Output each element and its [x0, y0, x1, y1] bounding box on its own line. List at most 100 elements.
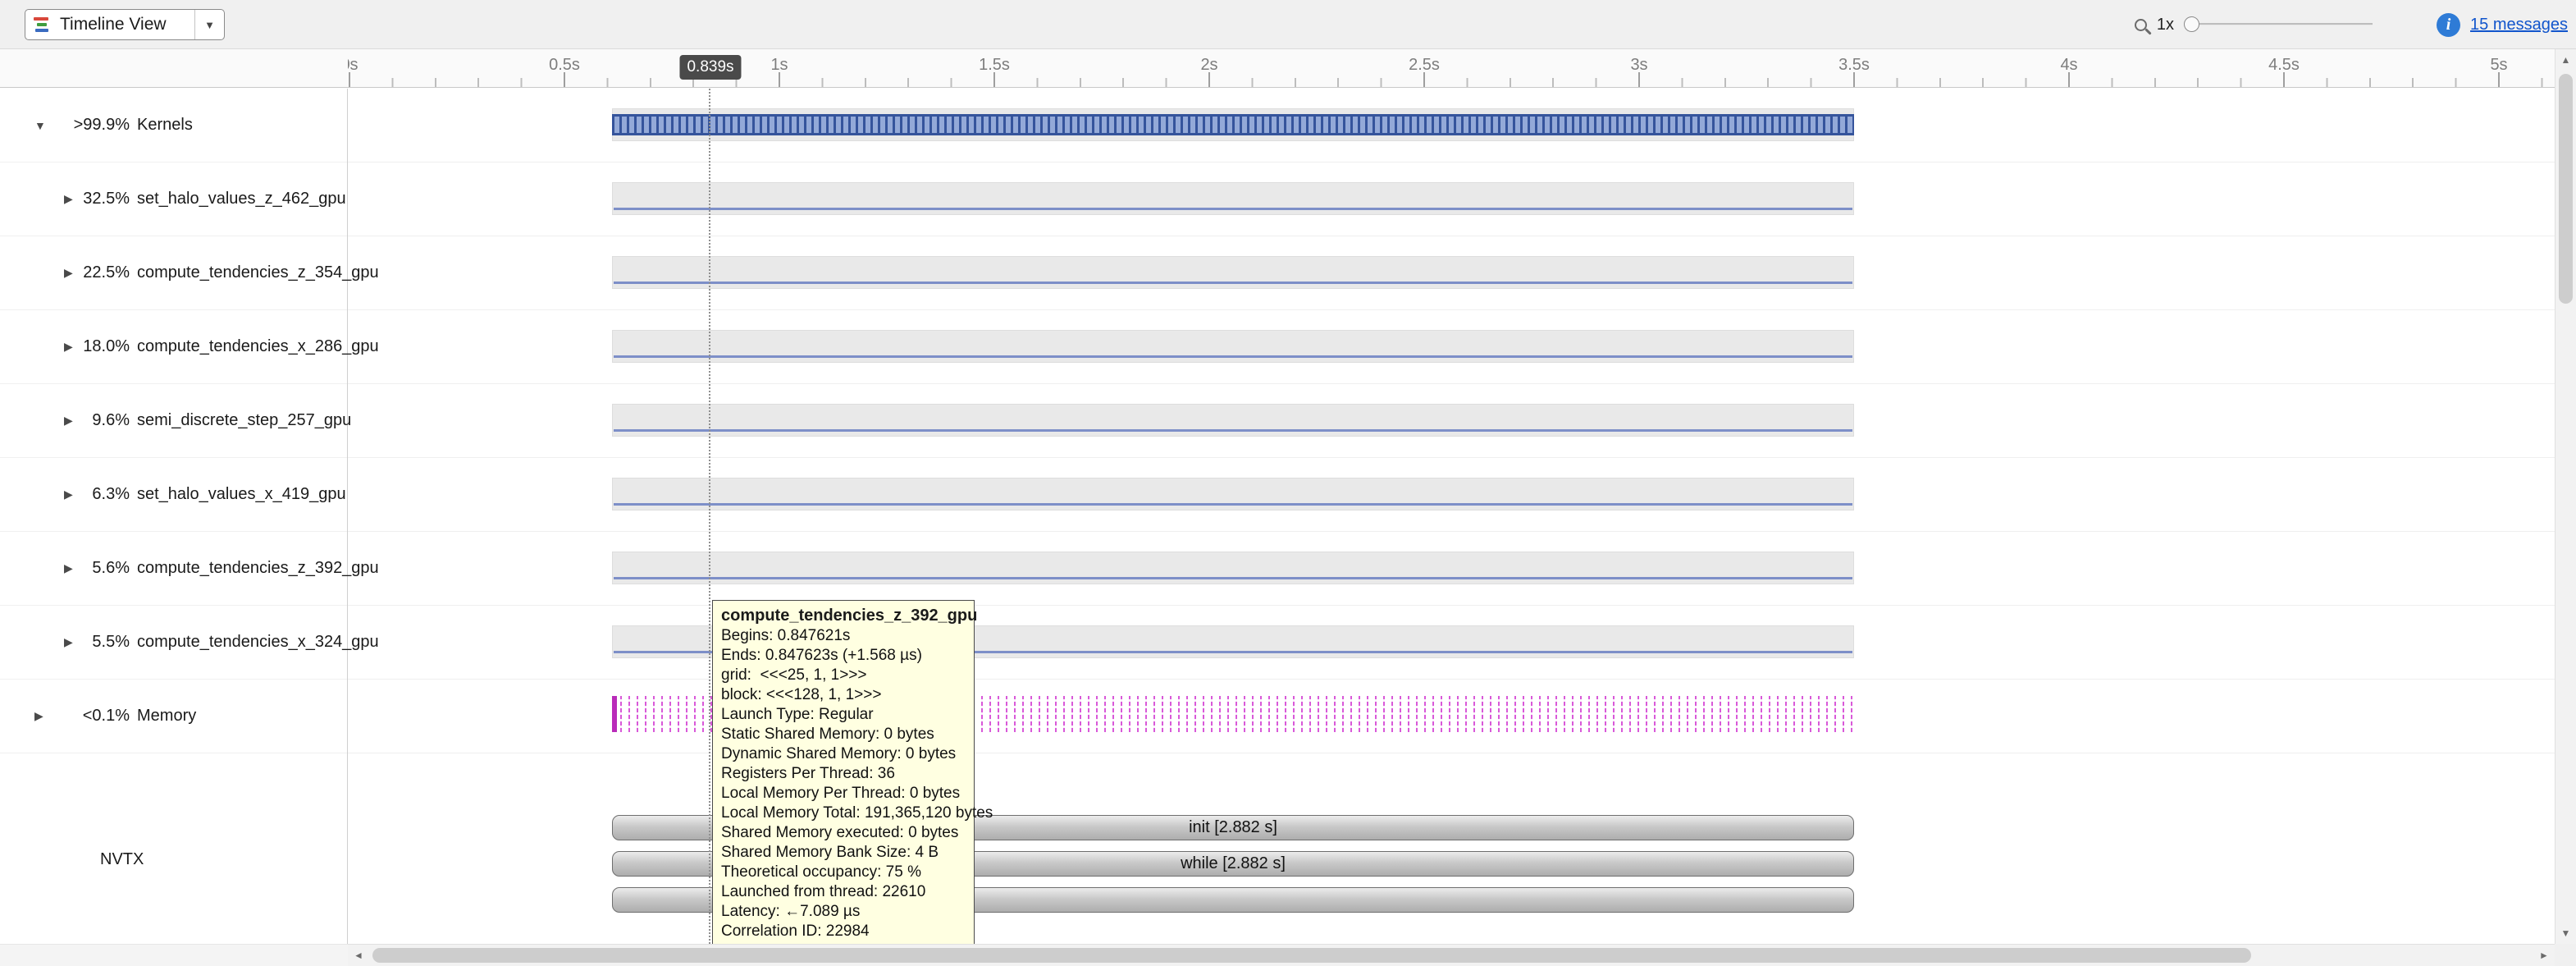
expand-closed-icon[interactable]: ▶: [64, 340, 82, 354]
tooltip-line: Shared Memory Bank Size: 4 B: [721, 843, 966, 863]
expand-open-icon[interactable]: ▼: [34, 119, 53, 132]
scroll-down-icon[interactable]: ▼: [2555, 923, 2576, 944]
scrollbar-corner: [2555, 944, 2576, 966]
tooltip-line: Correlation ID: 22984: [721, 922, 966, 941]
row-name: compute_tendencies_z_392_gpu: [137, 559, 379, 578]
ruler-tick-label: 4s: [2060, 56, 2077, 75]
row-name: Kernels: [137, 116, 193, 135]
zoom-magnifier-icon: [2135, 19, 2147, 31]
sidebar-item-nvtx[interactable]: NVTX: [100, 850, 144, 869]
toolbar: Timeline View ▼ 1x i 15 messages: [0, 0, 2576, 49]
tooltip-line: Launch Type: Regular: [721, 705, 966, 725]
expand-closed-icon[interactable]: ▶: [64, 414, 82, 428]
nvtx-range-label: init [2.882 s]: [1189, 818, 1277, 837]
time-ruler[interactable]: 0s 0.5s 1s 1.5s 2s 2.5s 3s 3.5s 4s 4.5s …: [0, 49, 2576, 88]
sidebar-item-kernel-6[interactable]: ▶ 5.6% compute_tendencies_z_392_gpu: [0, 532, 347, 606]
tooltip-line: Shared Memory executed: 0 bytes: [721, 823, 966, 843]
scroll-left-icon[interactable]: ◄: [348, 945, 369, 966]
row-name: compute_tendencies_x_286_gpu: [137, 337, 379, 356]
row-percent: 18.0%: [82, 337, 130, 356]
sidebar-item-kernels[interactable]: ▼ >99.9% Kernels: [0, 89, 347, 163]
tooltip-line: block: <<<128, 1, 1>>>: [721, 685, 966, 705]
ruler-tick-label: 3.5s: [1838, 56, 1870, 75]
view-selector-label: Timeline View: [60, 15, 194, 34]
zoom-slider-track[interactable]: [2184, 23, 2373, 25]
row-name: compute_tendencies_x_324_gpu: [137, 633, 379, 652]
toolbar-right-controls: 1x i 15 messages: [2135, 0, 2568, 49]
sidebar-item-kernel-1[interactable]: ▶ 32.5% set_halo_values_z_462_gpu: [0, 163, 347, 236]
ruler-tick-label: 2s: [1200, 56, 1217, 75]
ruler-tick-label: 2.5s: [1409, 56, 1440, 75]
tooltip-line: Launched from thread: 22610: [721, 882, 966, 902]
sidebar-item-memory[interactable]: ▶ <0.1% Memory: [0, 680, 347, 753]
kernel-tooltip: compute_tendencies_z_392_gpu Begins: 0.8…: [712, 600, 975, 949]
kernel-track-3[interactable]: [612, 330, 1854, 363]
scroll-up-icon[interactable]: ▲: [2555, 49, 2576, 71]
expand-closed-icon[interactable]: ▶: [64, 561, 82, 575]
timeline-main: ▼ >99.9% Kernels ▶ 32.5% set_halo_values…: [0, 89, 2576, 944]
timeline-cursor-line[interactable]: [709, 89, 710, 944]
messages-link[interactable]: 15 messages: [2470, 16, 2568, 34]
kernel-track-6[interactable]: [612, 552, 1854, 584]
tooltip-title: compute_tendencies_z_392_gpu: [721, 606, 966, 626]
tooltip-line: Ends: 0.847623s (+1.568 µs): [721, 646, 966, 666]
chevron-down-icon[interactable]: ▼: [194, 10, 224, 39]
ruler-tick-label: 0.5s: [549, 56, 580, 75]
timeline-cursor-badge[interactable]: 0.839s: [679, 55, 741, 80]
expand-closed-icon[interactable]: ▶: [64, 266, 82, 280]
kernel-track-4[interactable]: [612, 404, 1854, 437]
expand-closed-icon[interactable]: ▶: [64, 635, 82, 649]
tooltip-line: Local Memory Total: 191,365,120 bytes: [721, 803, 966, 823]
sidebar-item-kernel-3[interactable]: ▶ 18.0% compute_tendencies_x_286_gpu: [0, 310, 347, 384]
sidebar-item-kernel-4[interactable]: ▶ 9.6% semi_discrete_step_257_gpu: [0, 384, 347, 458]
kernels-summary-track[interactable]: [612, 108, 1854, 141]
horizontal-scrollbar[interactable]: ◄ ►: [348, 944, 2555, 966]
tooltip-line: Registers Per Thread: 36: [721, 764, 966, 784]
row-percent: 5.6%: [82, 559, 130, 578]
tooltip-line: Theoretical occupancy: 75 %: [721, 863, 966, 882]
sidebar-item-kernel-2[interactable]: ▶ 22.5% compute_tendencies_z_354_gpu: [0, 236, 347, 310]
expand-closed-icon[interactable]: ▶: [64, 488, 82, 501]
zoom-level-label: 1x: [2157, 16, 2174, 34]
vertical-scrollbar-thumb[interactable]: [2559, 74, 2573, 304]
ruler-tick-label: 0s: [348, 56, 359, 75]
time-ruler-scale[interactable]: 0s 0.5s 1s 1.5s 2s 2.5s 3s 3.5s 4s 4.5s …: [348, 49, 2555, 87]
tooltip-line: Static Shared Memory: 0 bytes: [721, 725, 966, 744]
nvtx-range-label: while [2.882 s]: [1181, 854, 1286, 873]
zoom-slider-thumb[interactable]: [2184, 16, 2199, 32]
kernel-track-5[interactable]: [612, 478, 1854, 510]
row-percent: 6.3%: [82, 485, 130, 504]
row-percent: >99.9%: [53, 116, 130, 135]
row-percent: 22.5%: [82, 263, 130, 282]
row-name: semi_discrete_step_257_gpu: [137, 411, 351, 430]
ruler-tick-label: 3s: [1630, 56, 1647, 75]
kernel-track-2[interactable]: [612, 256, 1854, 289]
bottom-left-filler: [0, 944, 348, 966]
expand-closed-icon[interactable]: ▶: [64, 192, 82, 206]
sidebar-item-kernel-7[interactable]: ▶ 5.5% compute_tendencies_x_324_gpu: [0, 606, 347, 680]
nsight-timeline-window: Timeline View ▼ 1x i 15 messages 0s 0.5s…: [0, 0, 2576, 966]
row-percent: <0.1%: [53, 707, 130, 726]
horizontal-scrollbar-thumb[interactable]: [372, 948, 2251, 963]
tooltip-line: Latency: ←7.089 µs: [721, 902, 966, 922]
tooltip-line: Local Memory Per Thread: 0 bytes: [721, 784, 966, 803]
zoom-slider[interactable]: [2184, 16, 2373, 34]
timeline-view-icon: [34, 16, 53, 34]
row-percent: 9.6%: [82, 411, 130, 430]
kernel-track-1[interactable]: [612, 182, 1854, 215]
ruler-tick-label: 1s: [770, 56, 788, 75]
vertical-scrollbar[interactable]: ▲ ▼: [2555, 49, 2576, 944]
scroll-right-icon[interactable]: ►: [2533, 945, 2555, 966]
info-icon[interactable]: i: [2437, 13, 2460, 37]
row-name: set_halo_values_z_462_gpu: [137, 190, 346, 208]
tooltip-line: Dynamic Shared Memory: 0 bytes: [721, 744, 966, 764]
ruler-tick-label: 5s: [2490, 56, 2507, 75]
timeline-tracks: init [2.882 s] while [2.882 s]: [348, 89, 2555, 944]
view-selector-dropdown[interactable]: Timeline View ▼: [25, 9, 225, 40]
row-name: Memory: [137, 707, 196, 726]
sidebar-item-kernel-5[interactable]: ▶ 6.3% set_halo_values_x_419_gpu: [0, 458, 347, 532]
ruler-tick-label: 4.5s: [2268, 56, 2300, 75]
ruler-tick-label: 1.5s: [979, 56, 1010, 75]
kernels-activity-bar[interactable]: [612, 114, 1854, 135]
expand-closed-icon[interactable]: ▶: [34, 709, 53, 723]
